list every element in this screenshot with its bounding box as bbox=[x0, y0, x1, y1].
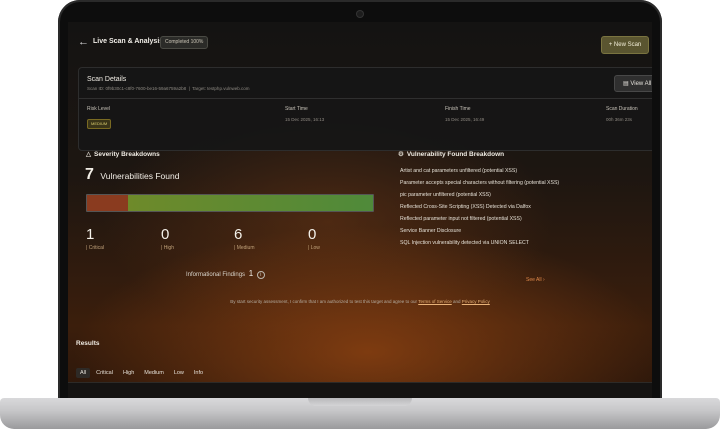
low-label: | Low bbox=[308, 245, 320, 251]
filter-tab-high[interactable]: High bbox=[119, 368, 138, 378]
scan-details-heading: Scan Details bbox=[87, 76, 127, 83]
severity-low: 0 | Low bbox=[308, 226, 320, 251]
start-time-label: Start Time bbox=[285, 106, 308, 112]
severity-medium: 6 | Medium bbox=[234, 226, 255, 251]
risk-level-label: Risk Level bbox=[87, 106, 111, 112]
laptop-notch bbox=[308, 398, 412, 406]
severity-bar-critical bbox=[87, 195, 128, 211]
plus-icon: + bbox=[608, 42, 613, 48]
list-item[interactable]: Reflected Cross-Site Scripting (XSS) Det… bbox=[400, 201, 559, 213]
medium-label: | Medium bbox=[234, 245, 255, 251]
vulnerability-list: Artist and cat parameters unfiltered (po… bbox=[400, 165, 559, 249]
divider bbox=[79, 98, 652, 99]
scan-duration-value: 00h 36m 23s bbox=[606, 117, 633, 122]
finish-time-column: Finish Time 15 Dec 2025, 16:49 bbox=[445, 106, 484, 122]
scan-details-panel: Scan Details Scan ID: 0f9b30c1-c8f0-7600… bbox=[78, 67, 652, 151]
arrow-left-icon[interactable]: ← bbox=[78, 36, 89, 48]
document-icon: ▤ bbox=[623, 81, 629, 87]
app-screen: ← Live Scan & Analysis Completed 100% + … bbox=[68, 22, 652, 402]
info-icon[interactable]: i bbox=[256, 271, 265, 279]
scan-meta: Scan ID: 0f9b30c1-c8f0-7600-be16-59a6759… bbox=[87, 86, 250, 91]
new-scan-label: New Scan bbox=[613, 42, 642, 48]
see-all-label: See All bbox=[526, 277, 542, 283]
chevron-right-icon: › bbox=[542, 277, 545, 283]
filter-tab-all[interactable]: All bbox=[76, 368, 91, 378]
privacy-link[interactable]: Privacy Policy bbox=[462, 299, 490, 304]
critical-label: | Critical bbox=[86, 245, 104, 251]
breakdown-title: ⚙ Vulnerability Found Breakdown bbox=[398, 150, 504, 158]
severity-high: 0 | High bbox=[161, 226, 174, 251]
severity-title: △ Severity Breakdowns bbox=[86, 150, 160, 158]
severity-title-text: Severity Breakdowns bbox=[94, 151, 160, 158]
list-item[interactable]: Artist and cat parameters unfiltered (po… bbox=[400, 165, 559, 177]
finish-time-value: 15 Dec 2025, 16:49 bbox=[445, 117, 485, 122]
informational-label: Informational Findings bbox=[186, 272, 246, 278]
see-all-link[interactable]: See All › bbox=[526, 277, 545, 283]
risk-level-column: Risk Level MEDIUM bbox=[87, 106, 112, 130]
breakdown-title-text: Vulnerability Found Breakdown bbox=[406, 151, 505, 158]
view-all-button[interactable]: ▤ View All bbox=[614, 75, 652, 92]
bug-icon: ⚙ bbox=[398, 151, 404, 158]
results-title: Results bbox=[76, 340, 100, 347]
start-time-column: Start Time 15 Dec 2025, 16:13 bbox=[285, 106, 324, 122]
filter-tab-low[interactable]: Low bbox=[170, 368, 188, 378]
scan-duration-column: Scan Duration 00h 36m 23s bbox=[606, 106, 638, 122]
list-item[interactable]: Parameter accepts special characters wit… bbox=[400, 177, 559, 189]
terms-link[interactable]: Terms of Service bbox=[418, 299, 452, 304]
severity-bar-medium bbox=[127, 195, 373, 211]
camera-icon bbox=[356, 10, 364, 18]
warning-icon: △ bbox=[86, 151, 91, 158]
page-title: Live Scan & Analysis bbox=[93, 38, 164, 45]
finish-time-label: Finish Time bbox=[445, 106, 471, 112]
list-item[interactable]: SQL Injection vulnerability detected via… bbox=[400, 237, 559, 249]
new-scan-button[interactable]: + New Scan bbox=[601, 36, 649, 54]
list-item[interactable]: Service Banner Disclosure bbox=[400, 225, 559, 237]
view-all-label: View All bbox=[630, 81, 652, 87]
consent-body: By start security assessment, I confirm … bbox=[230, 299, 418, 304]
filter-tab-info[interactable]: Info bbox=[190, 368, 207, 378]
medium-count: 6 bbox=[234, 226, 243, 243]
filter-tab-critical[interactable]: Critical bbox=[92, 368, 117, 378]
start-time-value: 15 Dec 2025, 16:13 bbox=[285, 117, 325, 122]
scan-duration-label: Scan Duration bbox=[606, 106, 638, 112]
informational-findings: Informational Findings 1 i bbox=[186, 269, 265, 279]
vulnerability-count: 7 bbox=[85, 166, 94, 183]
high-label: | High bbox=[161, 245, 174, 251]
severity-critical: 1 | Critical bbox=[86, 226, 104, 251]
filter-tab-medium[interactable]: Medium bbox=[140, 368, 168, 378]
consent-and: and bbox=[453, 299, 461, 304]
low-count: 0 bbox=[308, 226, 317, 243]
critical-count: 1 bbox=[86, 226, 95, 243]
vulnerability-total: 7 Vulnerabilities Found bbox=[85, 166, 179, 184]
informational-count: 1 bbox=[248, 269, 254, 278]
vulnerability-count-label: Vulnerabilities Found bbox=[100, 171, 180, 181]
severity-bar bbox=[86, 194, 374, 212]
scan-target: Target: testphp.vulnweb.com bbox=[192, 86, 250, 91]
status-badge: Completed 100% bbox=[160, 36, 209, 49]
list-item[interactable]: Reflected parameter input not filtered (… bbox=[400, 213, 559, 225]
risk-level-badge: MEDIUM bbox=[87, 119, 112, 129]
top-bar: ← Live Scan & Analysis Completed 100% bbox=[68, 32, 652, 54]
consent-text: By start security assessment, I confirm … bbox=[68, 299, 652, 304]
list-item[interactable]: pic parameter unfiltered (potential XSS) bbox=[400, 189, 559, 201]
high-count: 0 bbox=[161, 226, 170, 243]
scan-id: Scan ID: 0f9b30c1-c8f0-7600-be16-59a6759… bbox=[87, 86, 187, 91]
results-filters: All Critical High Medium Low Info bbox=[76, 368, 207, 378]
